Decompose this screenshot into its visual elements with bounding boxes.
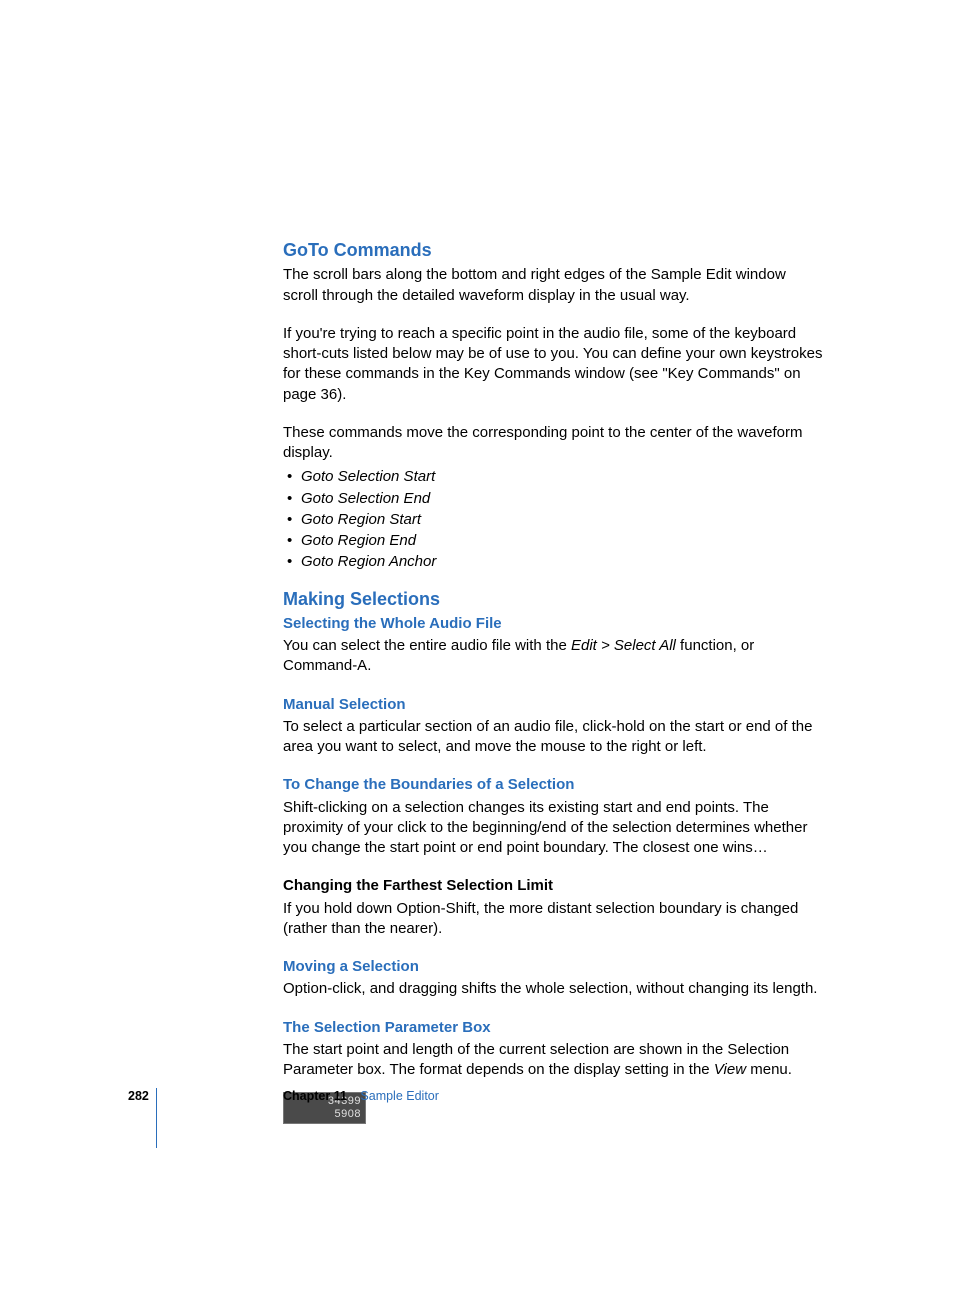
body-text: The scroll bars along the bottom and rig… <box>283 265 824 306</box>
subsection-selecting-whole: Selecting the Whole Audio File You can s… <box>283 614 824 677</box>
list-item: Goto Selection Start <box>283 467 824 487</box>
subheading: Manual Selection <box>283 695 824 715</box>
text-run-italic: View <box>714 1061 746 1078</box>
list-item: Goto Region Anchor <box>283 552 824 572</box>
parameter-box-value: 5908 <box>286 1108 361 1121</box>
text-run: You can select the entire audio file wit… <box>283 637 571 654</box>
list-item: Goto Selection End <box>283 489 824 509</box>
page-number: 282 <box>128 1088 149 1105</box>
subsection-moving-selection: Moving a Selection Option-click, and dra… <box>283 957 824 1000</box>
chapter-number: Chapter 11 <box>283 1089 347 1103</box>
chapter-title: Sample Editor <box>360 1089 439 1103</box>
list-item: Goto Region End <box>283 531 824 551</box>
goto-command-list: Goto Selection Start Goto Selection End … <box>283 467 824 572</box>
body-text: You can select the entire audio file wit… <box>283 636 824 677</box>
text-run: menu. <box>746 1061 792 1078</box>
subheading: Moving a Selection <box>283 957 824 977</box>
subsection-parameter-box: The Selection Parameter Box The start po… <box>283 1018 824 1124</box>
list-item: Goto Region Start <box>283 510 824 530</box>
footer-divider <box>156 1088 157 1148</box>
body-text: These commands move the corresponding po… <box>283 423 824 464</box>
heading-goto-commands: GoTo Commands <box>283 238 824 262</box>
body-text: The start point and length of the curren… <box>283 1040 824 1081</box>
body-text: Option-click, and dragging shifts the wh… <box>283 979 824 999</box>
subheading: Selecting the Whole Audio File <box>283 614 824 634</box>
heading-making-selections: Making Selections <box>283 587 824 611</box>
subheading-black: Changing the Farthest Selection Limit <box>283 876 824 896</box>
subheading: The Selection Parameter Box <box>283 1018 824 1038</box>
body-text: To select a particular section of an aud… <box>283 717 824 758</box>
text-run-italic: Edit > Select All <box>571 637 676 654</box>
subsection-farthest-limit: Changing the Farthest Selection Limit If… <box>283 876 824 939</box>
body-text: If you hold down Option-Shift, the more … <box>283 899 824 940</box>
subheading: To Change the Boundaries of a Selection <box>283 775 824 795</box>
subsection-change-boundaries: To Change the Boundaries of a Selection … <box>283 775 824 858</box>
body-text: Shift-clicking on a selection changes it… <box>283 798 824 859</box>
page: GoTo Commands The scroll bars along the … <box>0 0 954 1308</box>
subsection-manual-selection: Manual Selection To select a particular … <box>283 695 824 758</box>
chapter-line: Chapter 11 Sample Editor <box>283 1088 439 1105</box>
body-text: If you're trying to reach a specific poi… <box>283 324 824 405</box>
